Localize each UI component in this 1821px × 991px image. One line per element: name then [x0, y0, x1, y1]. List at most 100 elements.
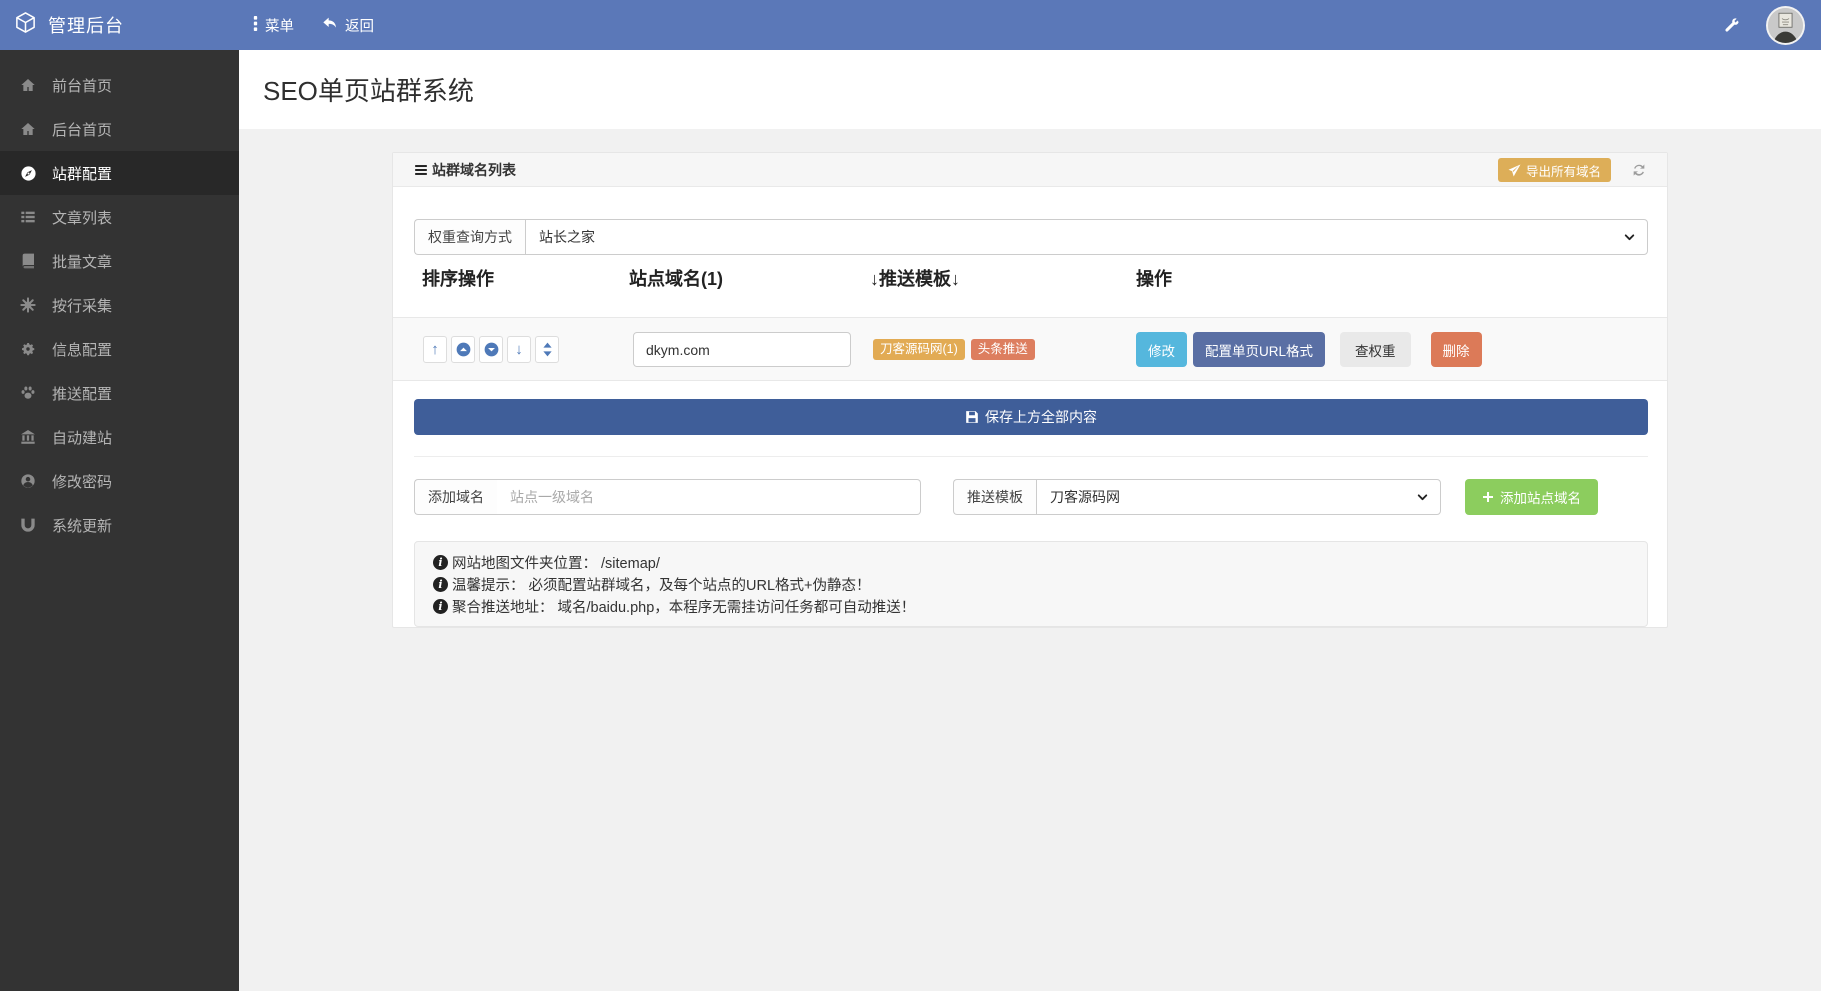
menu-toggle[interactable]: 菜单 [253, 15, 294, 36]
circle-chevron-up-icon [456, 342, 471, 357]
sidebar-item-system-update[interactable]: 系统更新 [0, 503, 239, 547]
sidebar-item-label: 站群配置 [52, 165, 113, 183]
sort-toggle-button[interactable] [535, 336, 559, 363]
divider [414, 456, 1648, 457]
sidebar-item-change-password[interactable]: 修改密码 [0, 459, 239, 503]
row-action-buttons: 修改 配置单页URL格式 查权重 删除 [1136, 332, 1482, 367]
note-sitemap: 网站地图文件夹位置： /sitemap/ [433, 551, 1629, 573]
info-well: 网站地图文件夹位置： /sitemap/ 温馨提示： 必须配置站群域名，及每个站… [414, 541, 1648, 627]
sidebar-item-label: 后台首页 [52, 121, 113, 139]
home-icon [19, 121, 37, 137]
note-text: 聚合推送地址： 域名/baidu.php，本程序无需挂访问任务都可自动推送！ [452, 599, 916, 616]
menu-label: 菜单 [265, 18, 294, 35]
sidebar-item-label: 前台首页 [52, 77, 113, 95]
col-site-domain: 站点域名(1) [629, 269, 723, 289]
bank-icon [19, 429, 37, 445]
sidebar-item-label: 批量文章 [52, 253, 113, 271]
sidebar-item-batch-articles[interactable]: 批量文章 [0, 239, 239, 283]
move-up-button[interactable] [451, 336, 475, 363]
sidebar-item-front-home[interactable]: 前台首页 [0, 63, 239, 107]
back-label: 返回 [345, 18, 374, 35]
burst-icon [19, 297, 37, 313]
brand-title: 管理后台 [48, 16, 124, 36]
page-title: SEO单页站群系统 [263, 76, 474, 106]
sidebar-item-info-config[interactable]: 信息配置 [0, 327, 239, 371]
info-circle-icon [433, 598, 448, 614]
gear-icon [19, 341, 37, 357]
menu-bars-icon [253, 15, 258, 35]
table-header-row: 排序操作 站点域名(1) ↓推送模板↓ 操作 [393, 265, 1667, 293]
move-bottom-button[interactable]: ↓ [507, 336, 531, 363]
add-site-domain-button[interactable]: 添加站点域名 [1465, 479, 1598, 515]
reply-arrow-icon [322, 15, 338, 35]
sidebar-item-label: 系统更新 [52, 517, 113, 535]
edit-button[interactable]: 修改 [1136, 332, 1187, 367]
wrench-icon[interactable] [1723, 17, 1740, 34]
info-circle-icon [433, 554, 448, 570]
user-circle-icon [19, 473, 37, 489]
sidebar-item-line-collect[interactable]: 按行采集 [0, 283, 239, 327]
info-circle-icon [433, 576, 448, 592]
arrow-up-icon: ↑ [431, 341, 439, 358]
sidebar-item-label: 推送配置 [52, 385, 113, 403]
add-domain-row: 添加域名 推送模板 刀客源码网 添加站点域名 [393, 479, 1667, 515]
save-all-button[interactable]: 保存上方全部内容 [414, 399, 1648, 435]
user-avatar[interactable] [1766, 5, 1805, 45]
sidebar: 前台首页 后台首页 站群配置 文章列表 批量文章 按行采集 信息配置 推送配置 … [0, 50, 239, 991]
sort-updown-icon [542, 342, 553, 357]
move-down-button[interactable] [479, 336, 503, 363]
sidebar-item-label: 自动建站 [52, 429, 113, 447]
col-sort-actions: 排序操作 [422, 269, 494, 289]
delete-button[interactable]: 删除 [1430, 332, 1482, 367]
weight-query-select[interactable]: 站长之家 [525, 219, 1648, 255]
admin-page: 管理后台 菜单 返回 前台首页 后台首页 站群配置 文章列表 批量文章 按行采集… [0, 0, 1821, 991]
col-actions: 操作 [1136, 269, 1172, 289]
add-domain-group: 添加域名 [414, 479, 921, 515]
chevron-down-icon [1416, 491, 1429, 504]
push-template-group: 推送模板 刀客源码网 [953, 479, 1441, 515]
sidebar-item-label: 文章列表 [52, 209, 113, 227]
check-weight-button[interactable]: 查权重 [1340, 332, 1411, 367]
template-badges: 刀客源码网(1) 头条推送 [873, 339, 1035, 360]
export-all-domains-button[interactable]: 导出所有域名 [1497, 158, 1611, 182]
col-push-template: ↓推送模板↓ [870, 269, 960, 289]
book-icon [19, 253, 37, 269]
cube-logo-icon [14, 11, 37, 39]
add-domain-input[interactable] [497, 479, 921, 515]
back-link[interactable]: 返回 [322, 15, 374, 36]
panel-heading: 站群域名列表 导出所有域名 [393, 153, 1667, 187]
weight-query-group: 权重查询方式 站长之家 [414, 219, 1648, 255]
home-icon [19, 77, 37, 93]
brand[interactable]: 管理后台 [0, 11, 239, 39]
refresh-icon[interactable] [1631, 162, 1647, 178]
list-icon [19, 209, 37, 225]
domain-input[interactable] [633, 332, 851, 367]
push-template-select[interactable]: 刀客源码网 [1036, 479, 1441, 515]
sidebar-item-auto-build[interactable]: 自动建站 [0, 415, 239, 459]
weight-query-selected: 站长之家 [539, 229, 595, 245]
note-tip: 温馨提示： 必须配置站群域名，及每个站点的URL格式+伪静态！ [433, 573, 1629, 595]
sidebar-item-push-config[interactable]: 推送配置 [0, 371, 239, 415]
sidebar-item-article-list[interactable]: 文章列表 [0, 195, 239, 239]
add-domain-label: 添加域名 [414, 479, 497, 515]
paper-plane-icon [1508, 164, 1521, 177]
weight-query-label: 权重查询方式 [414, 219, 525, 255]
plus-icon [1482, 491, 1494, 503]
sidebar-item-back-home[interactable]: 后台首页 [0, 107, 239, 151]
sidebar-item-label: 修改密码 [52, 473, 113, 491]
table-row: ↑ ↓ 刀客源码网(1) 头条推送 修改 配置单页URL格式 [393, 317, 1667, 381]
configure-url-format-button[interactable]: 配置单页URL格式 [1193, 332, 1326, 367]
sidebar-item-site-cluster-config[interactable]: 站群配置 [0, 151, 239, 195]
paw-icon [19, 385, 37, 401]
content-header: SEO单页站群系统 [239, 50, 1821, 129]
chevron-down-icon [1623, 231, 1636, 244]
circle-chevron-down-icon [484, 342, 499, 357]
push-template-label: 推送模板 [953, 479, 1036, 515]
panel-title: 站群域名列表 [432, 161, 516, 178]
move-top-button[interactable]: ↑ [423, 336, 447, 363]
arrow-down-icon: ↓ [515, 341, 523, 358]
export-button-label: 导出所有域名 [1525, 164, 1601, 179]
sort-controls: ↑ ↓ [423, 336, 559, 363]
top-navbar: 管理后台 菜单 返回 [0, 0, 1821, 50]
push-template-selected: 刀客源码网 [1050, 489, 1120, 505]
